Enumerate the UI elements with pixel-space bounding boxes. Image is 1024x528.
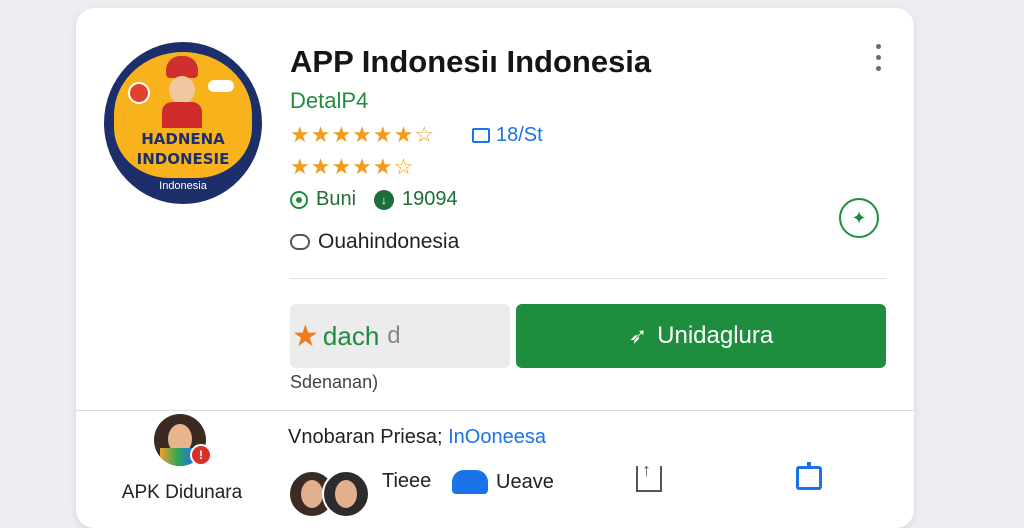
people-avatars[interactable] — [288, 470, 370, 520]
target-icon — [290, 190, 308, 209]
developer-line: Vnobaran Priesa; InOoneesa — [288, 426, 546, 449]
meta-badge: 18/St — [472, 124, 543, 147]
app-logo[interactable]: HADNENA INDONESIE Indonesia — [104, 42, 262, 204]
badge-box-icon — [472, 128, 490, 143]
divider — [290, 278, 886, 279]
secondary-action-suffix: d — [387, 322, 401, 349]
sun-icon — [128, 82, 150, 104]
avatar-stripe — [160, 448, 194, 466]
wifi-icon — [452, 470, 488, 494]
chat-bubble-icon — [290, 234, 310, 250]
developer-line-text: Vnobaran Priesa; — [288, 426, 449, 448]
stats-row: Buni ↓ 19094 — [290, 188, 458, 211]
app-subtitle-link[interactable]: DetalP4 — [290, 88, 368, 114]
rating-stars-row-2: ★★★★★☆ — [290, 154, 415, 179]
person-avatar-2 — [322, 470, 370, 518]
chat-label: Ouahindonesia — [318, 230, 460, 253]
secondary-action-button[interactable]: ★ dach d — [290, 304, 510, 368]
section-divider — [76, 410, 914, 411]
feature-1-label: Tieee — [382, 470, 432, 492]
logo-text-line-3: Indonesia — [159, 180, 207, 192]
download-count-icon: ↓ — [374, 189, 395, 210]
app-title: APP Indonesiı Indonesia — [290, 44, 652, 79]
feature-tieee[interactable]: Tieee — [382, 470, 431, 493]
action-note: Sdenanan) — [290, 372, 379, 392]
rating-stars-row-1: ★★★★★★☆ — [290, 122, 436, 147]
character-body — [162, 102, 202, 128]
stats-label: Buni — [316, 188, 357, 210]
character-hat — [166, 56, 198, 78]
notification-badge-icon: ! — [190, 444, 212, 466]
navigate-icon: ✦ — [851, 207, 867, 228]
logo-text-line-2: INDONESIE — [136, 150, 230, 168]
install-button-label: Unidaglura — [657, 322, 774, 349]
feature-2-label: Ueave — [496, 470, 554, 493]
cloud-icon — [208, 80, 234, 92]
install-button[interactable]: ➶ Unidaglura — [516, 304, 886, 368]
share-icon[interactable] — [636, 460, 662, 492]
chat-row[interactable]: Ouahindonesia — [290, 230, 459, 254]
character-head — [169, 76, 195, 104]
feature-ueave[interactable]: Ueave — [452, 470, 554, 494]
app-detail-card: HADNENA INDONESIE Indonesia APP Indonesi… — [76, 8, 914, 528]
secondary-action-label: dach — [322, 320, 380, 351]
more-options-icon[interactable] — [870, 44, 886, 84]
developer-link[interactable]: InOoneesa — [448, 426, 546, 448]
apk-label: APK Didunara — [121, 482, 243, 503]
share-fab-button[interactable]: ✦ — [839, 198, 879, 238]
meta-badge-text: 18/St — [496, 124, 543, 146]
star-icon: ★ — [292, 319, 319, 353]
arrow-icon: ➶ — [628, 323, 648, 348]
calendar-icon[interactable] — [796, 462, 822, 490]
download-count: 19094 — [402, 188, 458, 210]
logo-text-line-1: HADNENA — [141, 130, 225, 148]
